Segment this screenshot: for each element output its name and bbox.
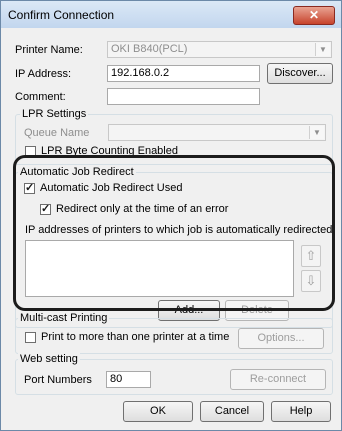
redirect-used-label: Automatic Job Redirect Used (40, 182, 183, 194)
port-numbers-value: 80 (110, 373, 123, 385)
port-numbers-label: Port Numbers (24, 374, 92, 386)
lpr-byte-counting-label: LPR Byte Counting Enabled (41, 145, 178, 157)
web-setting-legend: Web setting (18, 353, 80, 365)
move-up-button[interactable]: ⇧ (301, 245, 321, 267)
job-redirect-group: Automatic Job Redirect Automatic Job Red… (15, 166, 333, 328)
move-down-button[interactable]: ⇩ (301, 270, 321, 292)
job-redirect-legend: Automatic Job Redirect (18, 166, 136, 178)
lpr-settings-group: LPR Settings Queue Name ▼ LPR Byte Count… (15, 108, 333, 165)
dialog-body: Printer Name: OKI B840(PCL) ▼ IP Address… (7, 28, 335, 424)
multicast-print-label: Print to more than one printer at a time (41, 331, 230, 343)
cancel-button[interactable]: Cancel (200, 401, 264, 422)
title-bar[interactable]: Confirm Connection ✕ (1, 1, 341, 28)
lpr-settings-legend: LPR Settings (20, 108, 89, 120)
lpr-byte-counting-checkbox[interactable] (25, 146, 36, 157)
redirect-used-checkbox[interactable] (24, 181, 35, 194)
ip-address-field[interactable]: 192.168.0.2 (107, 65, 260, 82)
printer-name-value: OKI B840(PCL) (111, 43, 188, 55)
multicast-group: Multi-cast Printing Print to more than o… (15, 312, 333, 354)
chevron-down-icon: ▼ (309, 126, 324, 139)
redirect-only-error-label: Redirect only at the time of an error (56, 203, 229, 215)
printer-name-label: Printer Name: (15, 44, 83, 56)
reconnect-button[interactable]: Re-connect (230, 369, 326, 390)
dialog-window: Confirm Connection ✕ Printer Name: OKI B… (0, 0, 342, 431)
discover-button[interactable]: Discover... (267, 63, 333, 84)
redirect-ip-list[interactable] (25, 240, 294, 297)
port-numbers-field[interactable]: 80 (106, 371, 151, 388)
web-setting-group: Web setting Port Numbers 80 Re-connect (15, 353, 333, 395)
multicast-print-checkbox[interactable] (25, 332, 36, 343)
ip-address-label: IP Address: (15, 68, 72, 80)
printer-name-dropdown[interactable]: OKI B840(PCL) ▼ (107, 41, 332, 58)
chevron-down-icon: ▼ (315, 43, 330, 56)
close-icon: ✕ (308, 8, 320, 22)
multicast-legend: Multi-cast Printing (18, 312, 110, 324)
redirect-only-error-checkbox[interactable] (40, 202, 51, 215)
ok-button[interactable]: OK (123, 401, 193, 422)
ip-address-value: 192.168.0.2 (111, 67, 170, 79)
queue-name-dropdown[interactable]: ▼ (108, 124, 326, 141)
options-button[interactable]: Options... (238, 328, 324, 349)
arrow-up-icon: ⇧ (305, 248, 317, 263)
comment-label: Comment: (15, 91, 66, 103)
redirect-list-caption: IP addresses of printers to which job is… (25, 224, 333, 236)
queue-name-label: Queue Name (24, 127, 90, 139)
help-button[interactable]: Help (271, 401, 331, 422)
comment-field[interactable] (107, 88, 260, 105)
arrow-down-icon: ⇩ (305, 273, 317, 288)
window-title: Confirm Connection (8, 8, 115, 22)
close-button[interactable]: ✕ (293, 6, 335, 25)
